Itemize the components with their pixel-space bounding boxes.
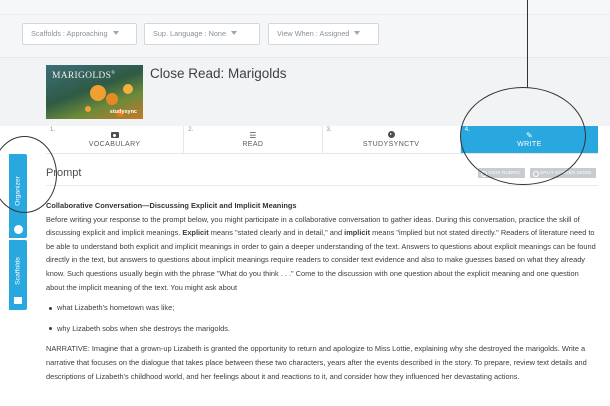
annotation-line — [527, 0, 529, 88]
camera-icon — [46, 131, 183, 140]
lesson-cover-image: MARIGOLDS® studysync — [46, 65, 143, 119]
tab-read[interactable]: 2. ☰ READ — [184, 126, 323, 153]
filter-bar: Scaffolds : Approaching Sup. Language : … — [0, 14, 610, 58]
scaffolds-side-tab[interactable]: Scaffolds — [9, 240, 27, 310]
chevron-down-icon — [354, 31, 361, 35]
tab-studysynctv-label: STUDYSYNCTV — [362, 141, 420, 148]
tab-read-label: READ — [242, 141, 264, 148]
list-icon: ☰ — [249, 131, 257, 140]
sup-language-dropdown[interactable]: Sup. Language : None — [144, 23, 260, 45]
tab-vocabulary-label: VOCABULARY — [88, 141, 141, 148]
prompt-heading: Collaborative Conversation—Discussing Ex… — [46, 201, 297, 210]
scaffolds-dropdown-label: Scaffolds : Approaching — [31, 29, 108, 38]
prompt-paragraph: Before writing your response to the prom… — [46, 214, 596, 292]
prompt-bullets: what Lizabeth's hometown was like; why L… — [46, 301, 598, 335]
list-item: why Lizabeth sobs when she destroys the … — [46, 322, 598, 336]
play-circle-icon — [323, 131, 460, 140]
tab-studysynctv[interactable]: 3. STUDYSYNCTV — [323, 126, 461, 153]
cover-title: MARIGOLDS® — [52, 71, 116, 82]
tab-vocabulary[interactable]: 1. VOCABULARY — [46, 126, 185, 153]
list-item: what Lizabeth's hometown was like; — [46, 301, 598, 315]
annotation-circle — [460, 87, 586, 185]
scaffolds-label: Scaffolds — [14, 256, 22, 285]
narrative-prompt: NARRATIVE: Imagine that a grown-up Lizab… — [46, 344, 587, 381]
page-title: Close Read: Marigolds — [150, 66, 287, 81]
chevron-down-icon — [112, 31, 119, 35]
prompt-body: Collaborative Conversation—Discussing Ex… — [46, 199, 598, 383]
view-when-dropdown-label: View When : Assigned — [277, 29, 350, 38]
scaffolds-dropdown[interactable]: Scaffolds : Approaching — [22, 23, 137, 45]
cover-brand: studysync — [109, 109, 137, 115]
view-when-dropdown[interactable]: View When : Assigned — [268, 23, 379, 45]
bar-chart-icon — [13, 297, 22, 304]
top-strip — [0, 0, 610, 14]
divider — [46, 185, 598, 186]
sup-language-dropdown-label: Sup. Language : None — [153, 29, 227, 38]
compass-icon — [13, 225, 23, 234]
chevron-down-icon — [231, 31, 238, 35]
